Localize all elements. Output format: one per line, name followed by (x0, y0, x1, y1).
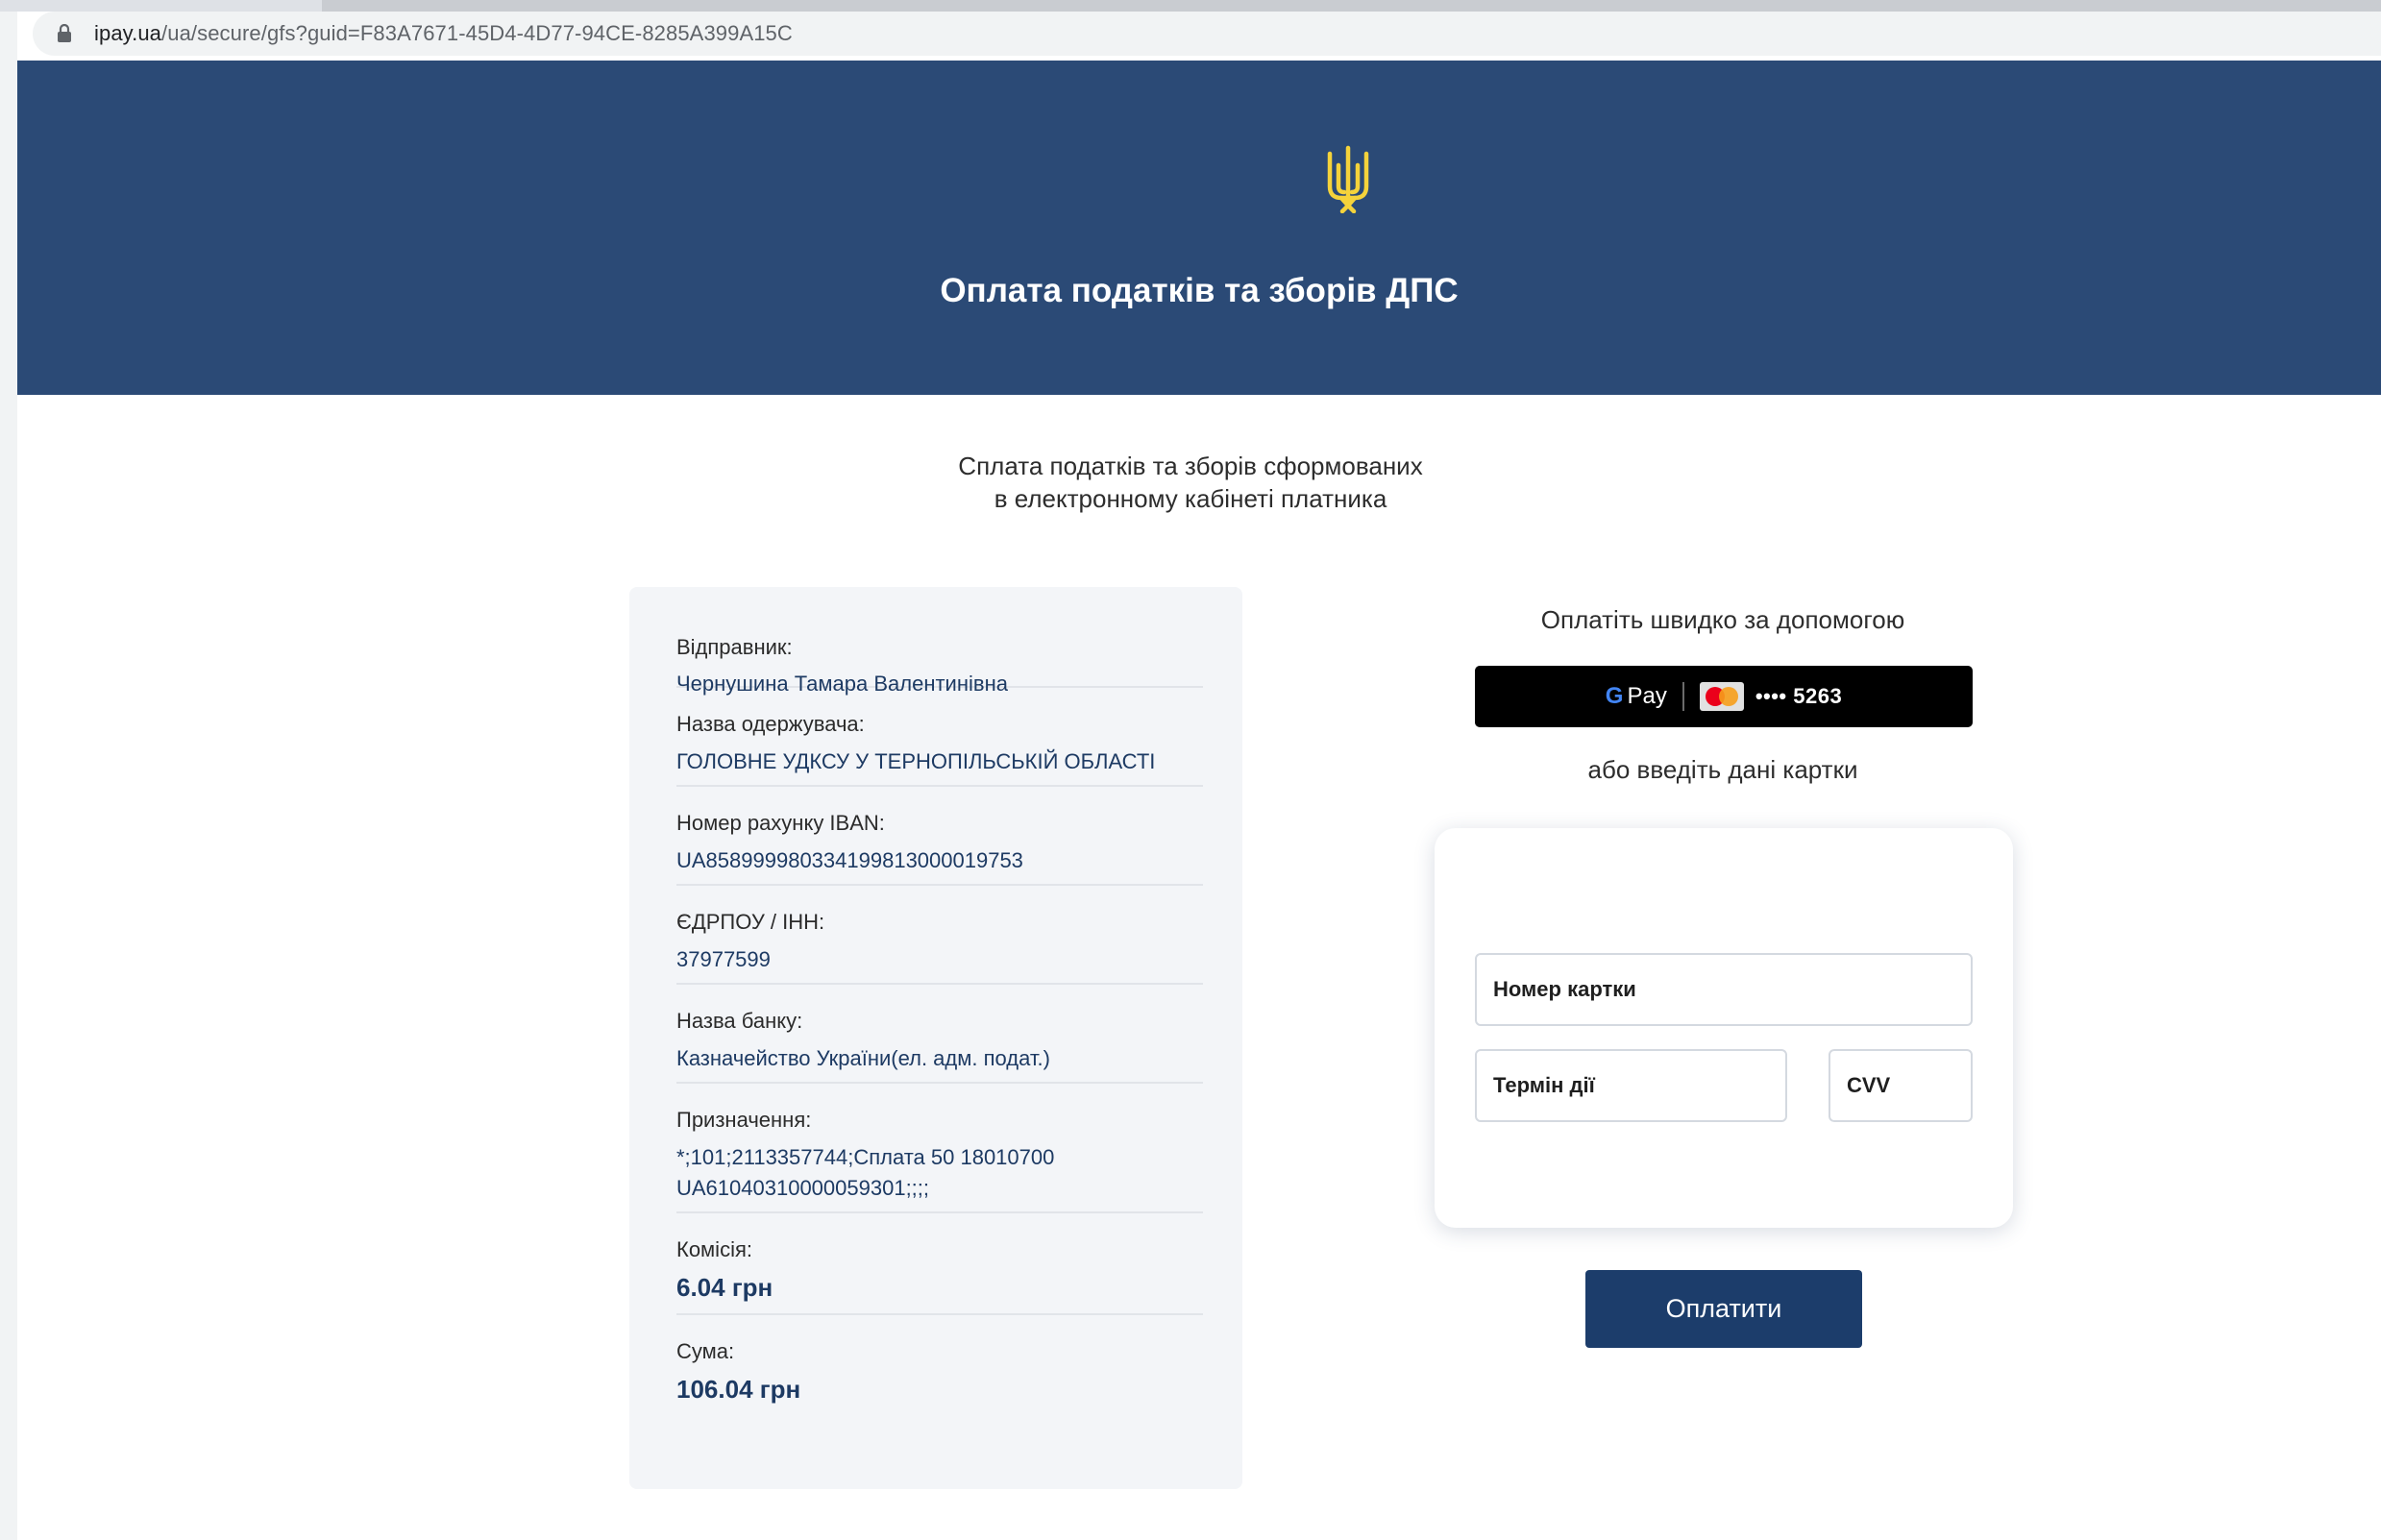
url-path: /ua/secure/gfs?guid=F83A7671-45D4-4D77-9… (161, 21, 793, 45)
purpose-row: Призначення: *;101;2113357744;Сплата 50 … (676, 1082, 1203, 1213)
cvv-placeholder: CVV (1847, 1073, 1891, 1097)
purpose-value-line-2: UA61040310000059301;;;; (676, 1176, 930, 1200)
total-label: Сума: (676, 1339, 735, 1363)
cvv-field[interactable]: CVV (1829, 1049, 1973, 1122)
tab-strip-area (322, 0, 2381, 12)
commission-row: Комісія: 6.04 грн (676, 1211, 1203, 1315)
address-bar[interactable]: ipay.ua/ua/secure/gfs?guid=F83A7671-45D4… (33, 12, 2381, 56)
card-number-placeholder: Номер картки (1493, 977, 1636, 1001)
subtitle-line-2: в електронному кабінеті платника (994, 484, 1387, 513)
edrpou-value: 37977599 (676, 947, 771, 971)
expiry-placeholder: Термін дії (1493, 1073, 1595, 1097)
card-number-field[interactable]: Номер картки (1475, 953, 1973, 1026)
iban-label: Номер рахунку IBAN: (676, 811, 885, 835)
gpay-divider (1681, 682, 1684, 711)
subtitle-line-1: Сплата податків та зборів сформованих (958, 452, 1423, 480)
bank-value: Казначейство України(ел. адм. подат.) (676, 1046, 1050, 1070)
or-enter-card-text: або введіть дані картки (1587, 755, 1858, 784)
google-g-icon: G (1605, 683, 1624, 709)
url-host: ipay.ua (94, 21, 162, 45)
bank-label: Назва банку: (676, 1009, 803, 1033)
quick-pay-text: Оплатіть швидко за допомогою (1540, 605, 1905, 634)
commission-value: 6.04 грн (676, 1273, 773, 1302)
tab-strip (0, 0, 2381, 12)
iban-value: UA858999980334199813000019753 (676, 848, 1023, 872)
edrpou-row: ЄДРПОУ / ІНН: 37977599 (676, 884, 1203, 985)
google-pay-logo: G Pay (1606, 683, 1667, 710)
recipient-value: ГОЛОВНЕ УДКСУ У ТЕРНОПІЛЬСЬКІЙ ОБЛАСТІ (676, 749, 1156, 773)
page-subtitle: Сплата податків та зборів сформованих в … (0, 450, 2381, 515)
total-row: Сума: 106.04 грн (676, 1313, 1203, 1419)
purpose-value-line-1: *;101;2113357744;Сплата 50 18010700 (676, 1145, 1055, 1169)
masked-card-number: •••• 5263 (1755, 684, 1843, 708)
google-pay-button[interactable]: G Pay •••• 5263 (1475, 666, 1973, 727)
window-left-edge (0, 0, 17, 1540)
recipient-row: Назва одержувача: ГОЛОВНЕ УДКСУ У ТЕРНОП… (676, 686, 1203, 787)
recipient-label: Назва одержувача: (676, 712, 865, 736)
mastercard-icon (1699, 682, 1744, 711)
bank-row: Назва банку: Казначейство України(ел. ад… (676, 983, 1203, 1084)
card-form: Номер картки Термін дії CVV (1435, 828, 2013, 1228)
pay-button[interactable]: Оплатити (1585, 1270, 1862, 1348)
expiry-field[interactable]: Термін дії (1475, 1049, 1787, 1122)
commission-label: Комісія: (676, 1237, 752, 1261)
sender-row: Відправник: Чернушина Тамара Валентинівн… (676, 622, 1203, 696)
page-title: Оплата податків та зборів ДПС (940, 272, 1459, 309)
total-value: 106.04 грн (676, 1375, 801, 1404)
lock-icon[interactable] (52, 21, 77, 46)
gpay-pay-text: Pay (1627, 683, 1667, 709)
page-header: Оплата податків та зборів ДПС (17, 61, 2381, 395)
payment-details-card: Відправник: Чернушина Тамара Валентинівн… (629, 587, 1242, 1489)
url-text[interactable]: ipay.ua/ua/secure/gfs?guid=F83A7671-45D4… (94, 21, 793, 46)
iban-row: Номер рахунку IBAN: UA858999980334199813… (676, 785, 1203, 886)
trident-emblem-icon (1327, 145, 1369, 213)
edrpou-label: ЄДРПОУ / ІНН: (676, 910, 825, 934)
purpose-label: Призначення: (676, 1108, 812, 1132)
sender-label: Відправник: (676, 635, 793, 659)
